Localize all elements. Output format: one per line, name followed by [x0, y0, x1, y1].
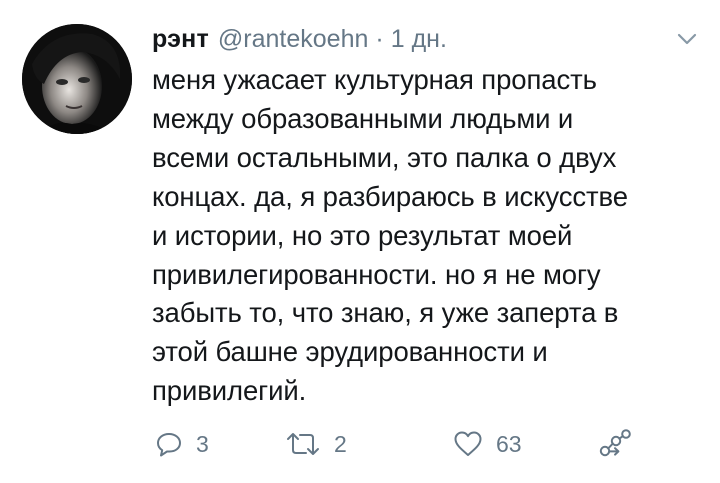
reply-count: 3: [196, 430, 209, 457]
like-count: 63: [496, 430, 522, 457]
username-handle[interactable]: @rantekoehn: [218, 22, 368, 56]
avatar[interactable]: [22, 24, 132, 134]
reply-button[interactable]: 3: [154, 424, 209, 464]
avatar-image: [22, 24, 132, 134]
like-button[interactable]: 63: [452, 424, 522, 464]
reply-icon: [154, 429, 184, 459]
retweet-icon: [284, 429, 322, 459]
chevron-down-icon[interactable]: [676, 32, 698, 46]
tweet-header: рэнт @rantekoehn · 1 дн.: [152, 22, 447, 56]
separator-dot: ·: [375, 25, 384, 53]
share-icon: [598, 429, 632, 459]
retweet-count: 2: [334, 430, 347, 457]
tweet-text: меня ужасает культурная пропасть между о…: [152, 64, 628, 407]
share-button[interactable]: [598, 424, 632, 464]
display-name[interactable]: рэнт: [152, 22, 209, 56]
tweet-actions: 3 2 63: [152, 424, 692, 464]
heart-icon: [452, 429, 484, 459]
tweet: рэнт @rantekoehn · 1 дн. меня ужасает ку…: [0, 0, 720, 483]
timestamp[interactable]: 1 дн.: [391, 22, 447, 56]
retweet-button[interactable]: 2: [284, 424, 347, 464]
